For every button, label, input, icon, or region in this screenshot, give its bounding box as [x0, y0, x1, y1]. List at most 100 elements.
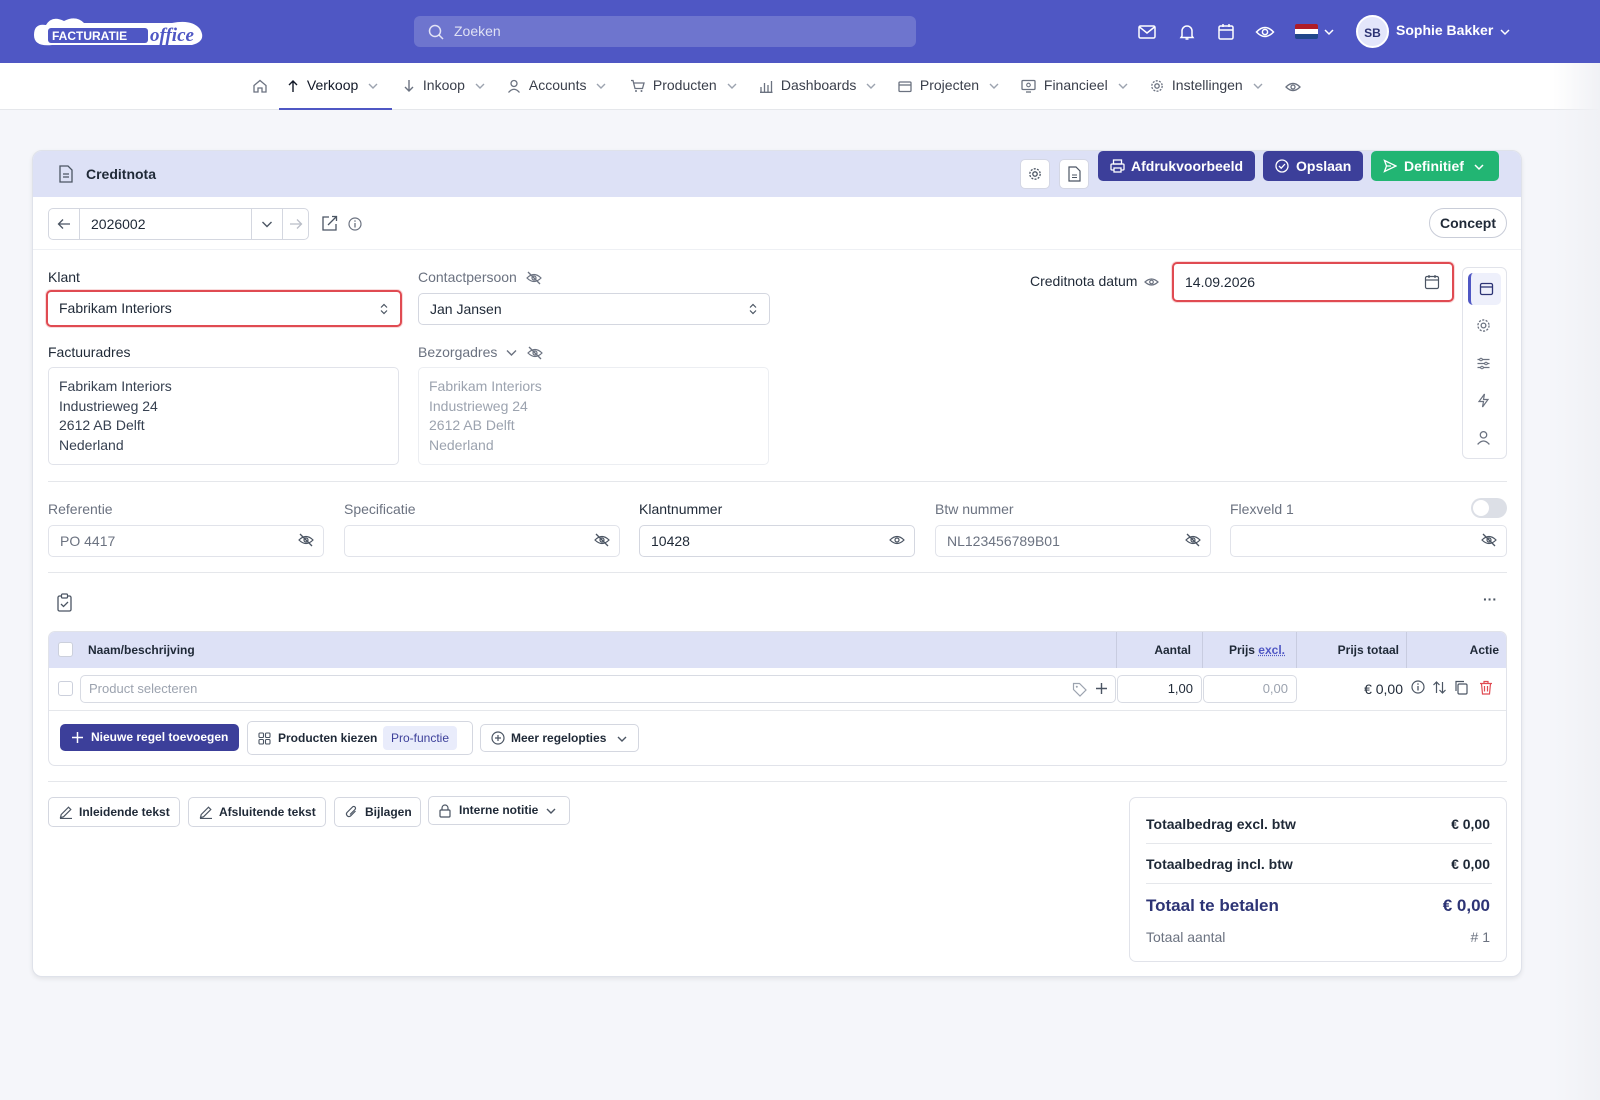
- chevron-down-icon[interactable]: [1500, 28, 1510, 36]
- quantity-input[interactable]: 1,00: [1117, 675, 1202, 703]
- internal-note-button[interactable]: Interne notitie: [428, 796, 570, 825]
- price-header-suffix[interactable]: excl.: [1258, 643, 1285, 657]
- billing-address[interactable]: Fabrikam Interiors Industrieweg 24 2612 …: [48, 367, 399, 465]
- swap-vertical-icon[interactable]: [1432, 680, 1447, 695]
- pdf-button[interactable]: [1059, 159, 1089, 189]
- product-select-input[interactable]: Product selecteren: [80, 675, 1116, 703]
- customer-select[interactable]: Fabrikam Interiors: [46, 290, 402, 327]
- nav-item-inkoop[interactable]: Inkoop: [403, 63, 485, 110]
- address-line: Nederland: [59, 437, 124, 454]
- print-preview-button[interactable]: Afdrukvoorbeeld: [1098, 151, 1255, 181]
- contact-label: Contactpersoon: [418, 269, 542, 285]
- finalize-button[interactable]: Definitief: [1371, 151, 1499, 181]
- chevron-down-icon: [596, 83, 606, 90]
- bell-icon[interactable]: [1177, 22, 1197, 42]
- copy-icon[interactable]: [1454, 680, 1468, 695]
- vat-number-label: Btw nummer: [935, 501, 1014, 517]
- eye-icon[interactable]: [889, 533, 905, 547]
- gear-icon[interactable]: [1476, 318, 1491, 333]
- specification-label: Specificatie: [344, 501, 416, 517]
- contact-select[interactable]: Jan Jansen: [418, 293, 770, 325]
- tag-icon[interactable]: [1072, 682, 1087, 697]
- search-input[interactable]: Zoeken: [414, 16, 916, 47]
- eye-off-icon[interactable]: [1481, 533, 1497, 547]
- nav-item-instellingen[interactable]: Instellingen: [1150, 63, 1263, 110]
- save-button[interactable]: Opslaan: [1263, 151, 1363, 181]
- customer-number-input[interactable]: 10428: [639, 525, 915, 557]
- date-input[interactable]: 14.09.2026: [1172, 262, 1454, 302]
- column-header-qty: Aantal: [1154, 643, 1191, 657]
- eye-off-icon[interactable]: [298, 533, 314, 547]
- vat-number-input[interactable]: NL123456789B01: [935, 525, 1211, 557]
- closing-text-button[interactable]: Afsluitende tekst: [188, 797, 326, 827]
- price-input[interactable]: 0,00: [1203, 675, 1297, 703]
- address-line: 2612 AB Delft: [429, 417, 515, 434]
- language-flag-icon[interactable]: [1295, 24, 1318, 39]
- more-line-options-button[interactable]: Meer regelopties: [480, 724, 639, 752]
- external-edit-icon[interactable]: [321, 215, 338, 232]
- settings-button[interactable]: [1020, 159, 1050, 189]
- document-number[interactable]: 2026002: [91, 216, 146, 232]
- eye-icon[interactable]: [1285, 79, 1301, 95]
- eye-icon[interactable]: [1144, 276, 1160, 288]
- intro-text-label: Inleidende tekst: [79, 805, 170, 819]
- mail-icon[interactable]: [1137, 22, 1157, 42]
- lightning-icon[interactable]: [1476, 393, 1491, 408]
- row-checkbox[interactable]: [58, 681, 73, 696]
- eye-off-icon[interactable]: [527, 346, 544, 360]
- eye-icon[interactable]: [1255, 22, 1275, 42]
- chevron-down-icon[interactable]: [1324, 28, 1334, 36]
- nav-item-projecten[interactable]: Projecten: [898, 63, 999, 110]
- calendar-icon: [1479, 282, 1494, 296]
- eye-off-icon[interactable]: [594, 533, 610, 547]
- eye-off-icon[interactable]: [1185, 533, 1201, 547]
- flexfield-input[interactable]: [1230, 525, 1507, 557]
- facturatie-office-logo[interactable]: FACTURATIE office: [32, 13, 207, 51]
- calendar-icon[interactable]: [1216, 22, 1236, 42]
- print-preview-label: Afdrukvoorbeeld: [1131, 158, 1244, 174]
- plus-icon[interactable]: [1095, 682, 1108, 695]
- eye-off-icon[interactable]: [525, 271, 542, 285]
- arrow-left-icon[interactable]: [57, 218, 71, 230]
- add-line-button[interactable]: Nieuwe regel toevoegen: [60, 724, 239, 751]
- arrow-right-icon[interactable]: [289, 218, 303, 230]
- nav-item-label: Projecten: [919, 77, 980, 93]
- add-line-label: Nieuwe regel toevoegen: [91, 730, 229, 744]
- home-icon[interactable]: [252, 78, 268, 94]
- date-label-text: Creditnota datum: [1030, 273, 1138, 289]
- nav-item-verkoop[interactable]: Verkoop: [279, 63, 392, 110]
- user-name[interactable]: Sophie Bakker: [1396, 22, 1493, 38]
- shipping-address[interactable]: Fabrikam Interiors Industrieweg 24 2612 …: [418, 367, 769, 465]
- scroll-edge: [1553, 63, 1600, 1100]
- choose-products-button[interactable]: Producten kiezen Pro-functie: [247, 721, 473, 755]
- sliders-icon[interactable]: [1476, 356, 1491, 371]
- status-badge[interactable]: Concept: [1429, 208, 1507, 238]
- user-icon[interactable]: [1476, 430, 1491, 445]
- column-header-name: Naam/beschrijving: [88, 643, 195, 657]
- select-all-checkbox[interactable]: [58, 642, 73, 657]
- finalize-label: Definitief: [1404, 158, 1464, 174]
- side-tab-calendar[interactable]: [1468, 273, 1501, 305]
- nav-item-financieel[interactable]: Financieel: [1021, 63, 1128, 110]
- attachments-button[interactable]: Bijlagen: [334, 797, 421, 827]
- specification-input[interactable]: [344, 525, 620, 557]
- reference-input[interactable]: PO 4417: [48, 525, 324, 557]
- info-icon[interactable]: [348, 217, 362, 231]
- calendar-icon[interactable]: [1424, 274, 1440, 290]
- nav-item-dashboards[interactable]: Dashboards: [759, 63, 876, 110]
- nav-item-producten[interactable]: Producten: [630, 63, 737, 110]
- chevron-down-icon[interactable]: [506, 349, 517, 357]
- avatar[interactable]: SB: [1356, 15, 1389, 48]
- info-icon[interactable]: [1411, 680, 1425, 694]
- trash-icon[interactable]: [1479, 680, 1493, 695]
- price-header-prefix: Prijs: [1228, 643, 1255, 657]
- flexfield-toggle[interactable]: [1471, 498, 1507, 518]
- more-options-icon[interactable]: ···: [1483, 591, 1497, 607]
- chevron-down-icon[interactable]: [261, 220, 273, 229]
- nav-item-accounts[interactable]: Accounts: [507, 63, 606, 110]
- intro-text-button[interactable]: Inleidende tekst: [48, 797, 180, 827]
- contact-value: Jan Jansen: [430, 301, 502, 317]
- clipboard-check-icon[interactable]: [56, 593, 73, 612]
- search-icon: [428, 24, 444, 40]
- total-incl-value: € 0,00: [1451, 856, 1490, 872]
